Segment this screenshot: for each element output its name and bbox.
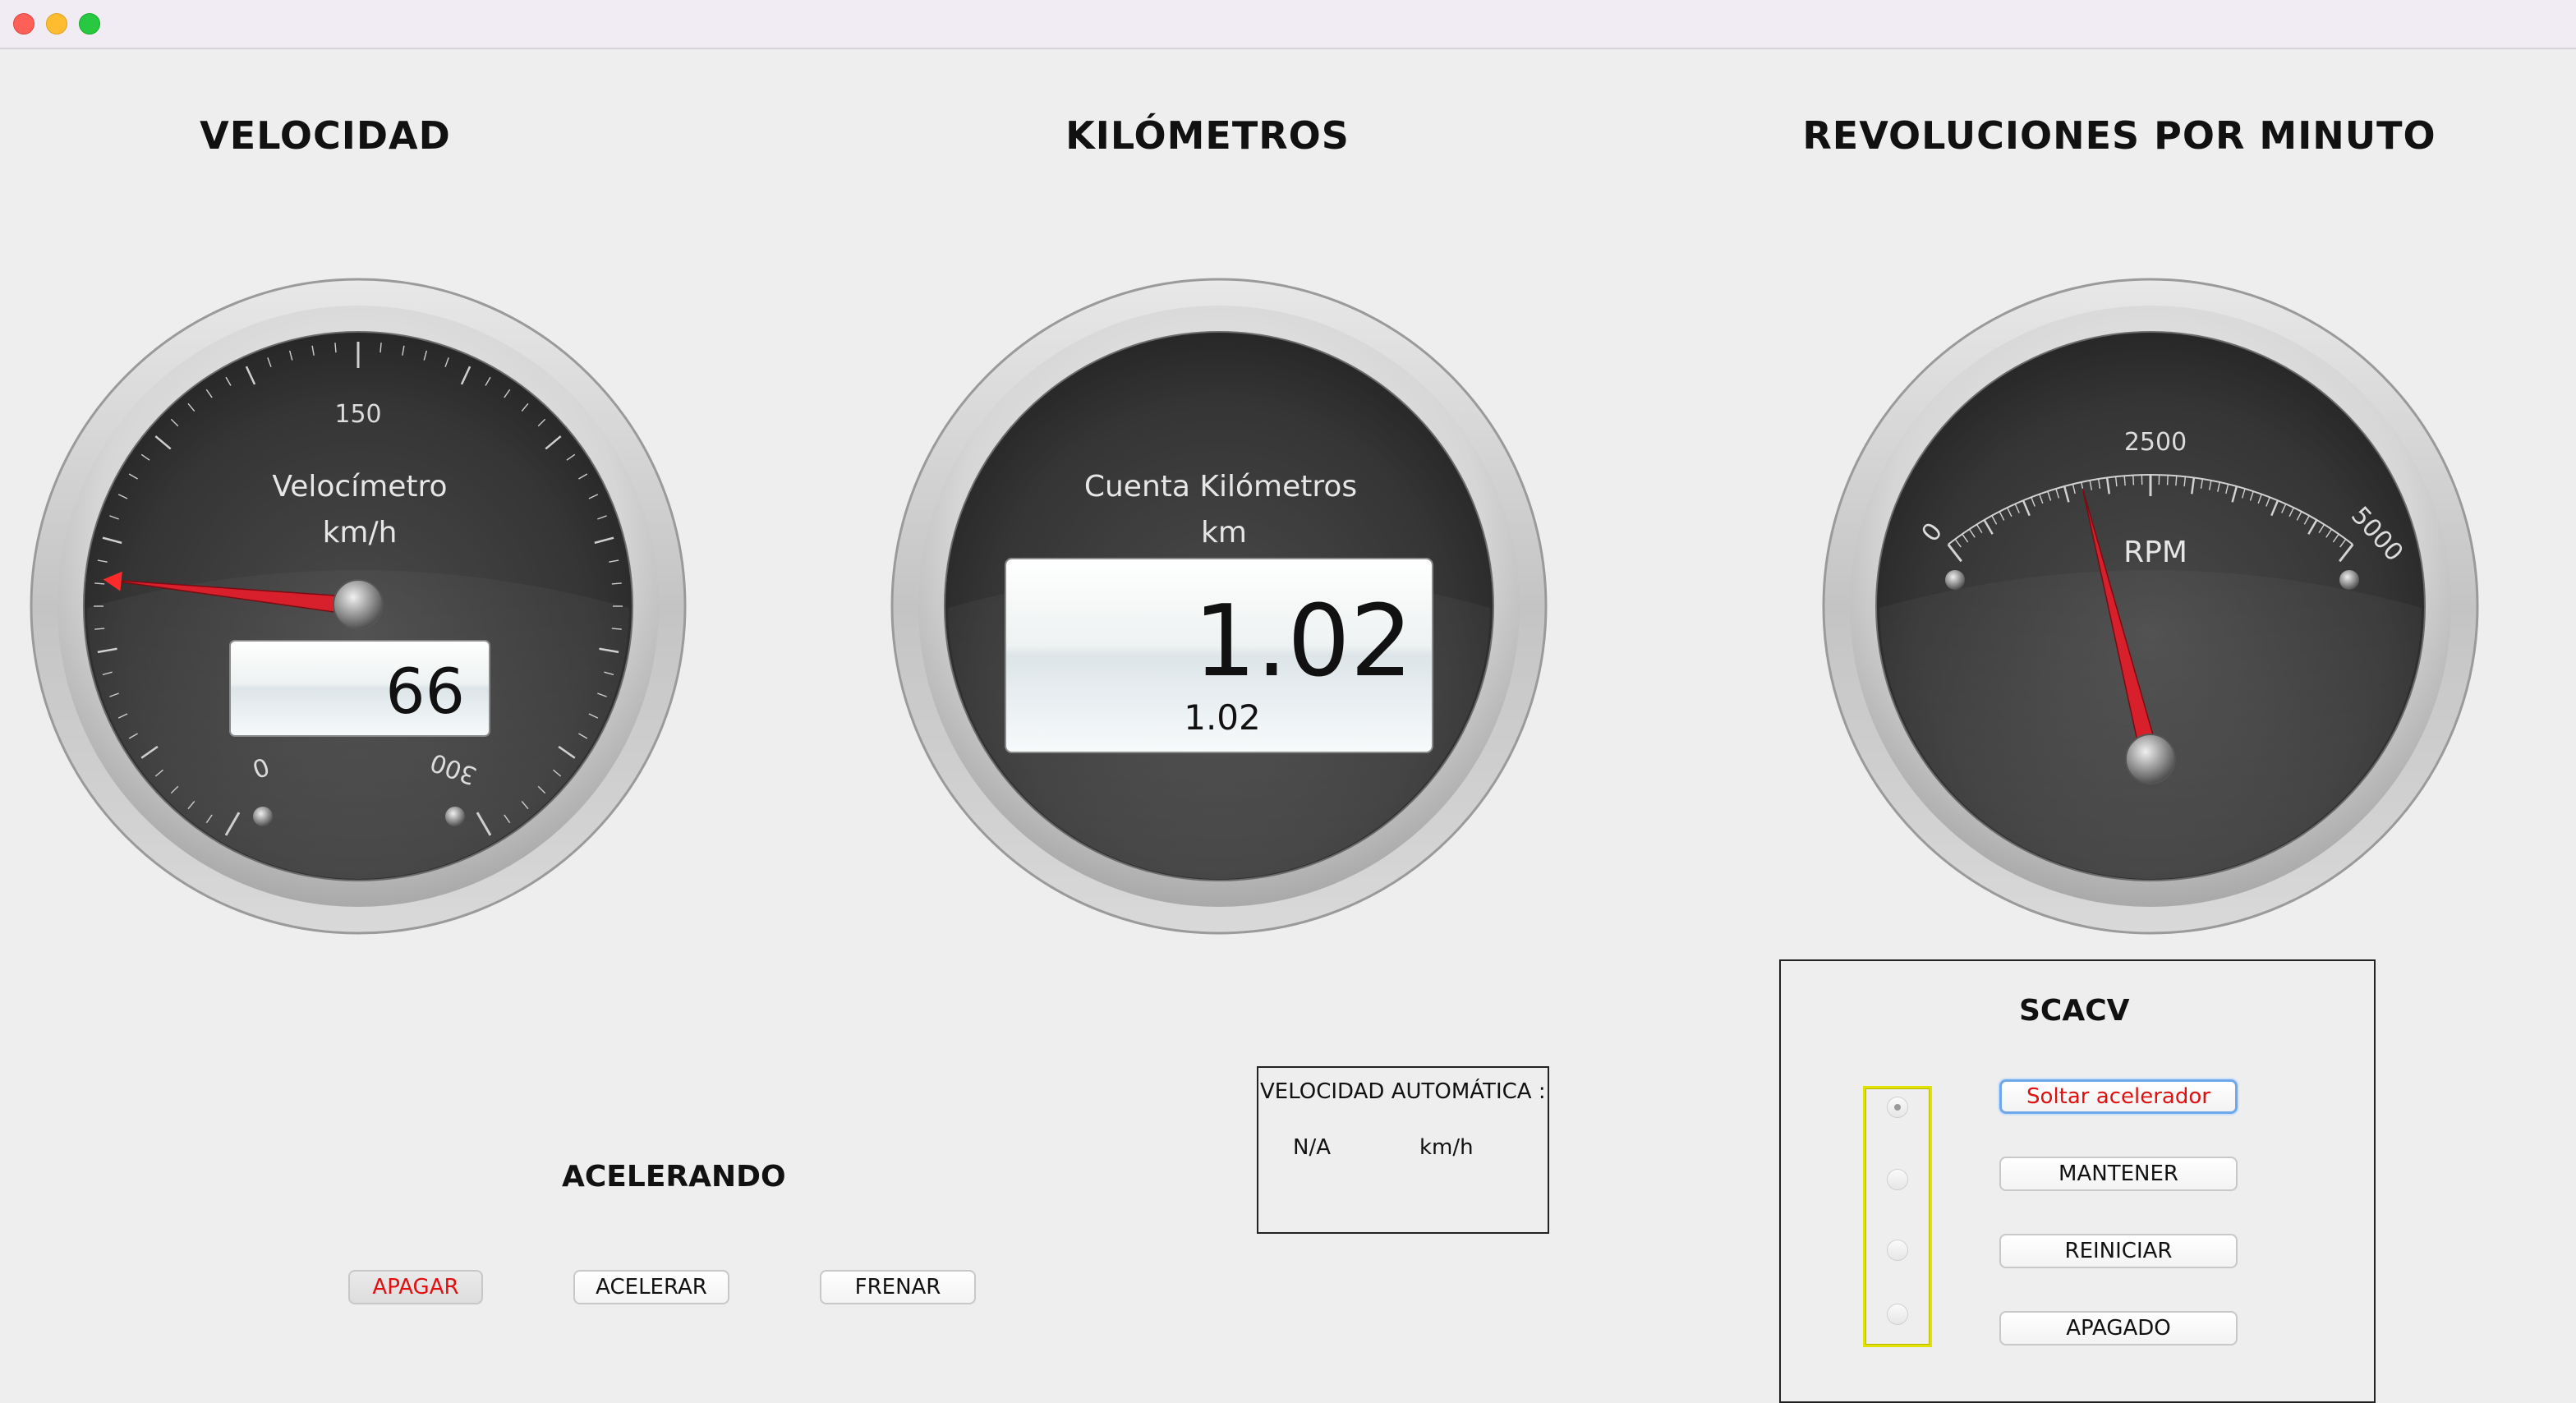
auto-speed-value: N/A bbox=[1293, 1135, 1331, 1160]
tachometer-title: RPM bbox=[2123, 536, 2187, 569]
speedometer-gauge: 150 0 300 Velocímetro km/h 66 bbox=[30, 278, 687, 935]
odometer-lcd-value: 1.02 bbox=[1194, 585, 1413, 699]
scacv-radio-release[interactable] bbox=[1887, 1097, 1908, 1118]
rpm-tick bbox=[2168, 476, 2169, 485]
scacv-radio-off[interactable] bbox=[1887, 1304, 1908, 1325]
minimize-window-button[interactable] bbox=[46, 13, 67, 34]
speed-lcd-value: 66 bbox=[385, 655, 465, 728]
auto-speed-panel: VELOCIDAD AUTOMÁTICA : N/A km/h bbox=[1257, 1066, 1549, 1234]
close-window-button[interactable] bbox=[13, 13, 34, 34]
rpm-tick bbox=[2124, 476, 2125, 485]
speedometer-unit: km/h bbox=[323, 516, 398, 550]
odometer-lcd-subvalue: 1.02 bbox=[1184, 697, 1261, 738]
odometer-title: Cuenta Kilómetros bbox=[1084, 470, 1357, 504]
scacv-title: SCACV bbox=[2019, 994, 2130, 1028]
speed-min-peg bbox=[253, 807, 273, 826]
apagar-button[interactable]: APAGAR bbox=[348, 1270, 483, 1304]
engine-status-label: ACELERANDO bbox=[562, 1160, 786, 1194]
zoom-window-button[interactable] bbox=[79, 13, 100, 34]
rpm-tick bbox=[2176, 476, 2177, 485]
km-heading: KILÓMETROS bbox=[1065, 113, 1350, 158]
rpm-heading: REVOLUCIONES POR MINUTO bbox=[1802, 113, 2436, 158]
speed-needle-hub bbox=[334, 580, 383, 629]
scacv-selector-frame bbox=[1863, 1086, 1932, 1347]
scacv-panel: SCACV Soltar acelerador MANTENER REINICI… bbox=[1779, 959, 2376, 1403]
mantener-button[interactable]: MANTENER bbox=[1999, 1157, 2238, 1191]
rpm-min-peg bbox=[1945, 570, 1965, 590]
soltar-acelerador-button[interactable]: Soltar acelerador bbox=[1999, 1079, 2238, 1114]
odometer-unit: km bbox=[1201, 516, 1247, 550]
frenar-button[interactable]: FRENAR bbox=[820, 1270, 976, 1304]
rpm-max-peg bbox=[2339, 570, 2359, 590]
rpm-tick bbox=[2133, 476, 2134, 485]
odometer-gauge: Cuenta Kilómetros km 1.02 1.02 bbox=[890, 278, 1548, 935]
scacv-radio-keep[interactable] bbox=[1887, 1169, 1908, 1190]
auto-speed-label: VELOCIDAD AUTOMÁTICA : bbox=[1260, 1079, 1546, 1104]
speed-heading: VELOCIDAD bbox=[200, 113, 451, 158]
acelerar-button[interactable]: ACELERAR bbox=[573, 1270, 729, 1304]
scacv-radio-restart[interactable] bbox=[1887, 1240, 1908, 1261]
speed-tick-label-150: 150 bbox=[334, 400, 381, 429]
rpm-tick-label-2500: 2500 bbox=[2124, 428, 2187, 457]
odometer-lcd-display: 1.02 1.02 bbox=[1005, 559, 1433, 752]
rpm-needle-hub bbox=[2126, 734, 2175, 784]
reiniciar-button[interactable]: REINICIAR bbox=[1999, 1234, 2238, 1268]
apagado-button[interactable]: APAGADO bbox=[1999, 1311, 2238, 1346]
speedometer-title: Velocímetro bbox=[272, 470, 447, 504]
auto-speed-unit: km/h bbox=[1419, 1135, 1474, 1160]
speed-lcd-display: 66 bbox=[230, 641, 490, 736]
window-titlebar bbox=[0, 0, 2576, 49]
tachometer-gauge: 2500 0 5000 RPM bbox=[1822, 278, 2479, 935]
speed-max-peg bbox=[445, 807, 465, 826]
